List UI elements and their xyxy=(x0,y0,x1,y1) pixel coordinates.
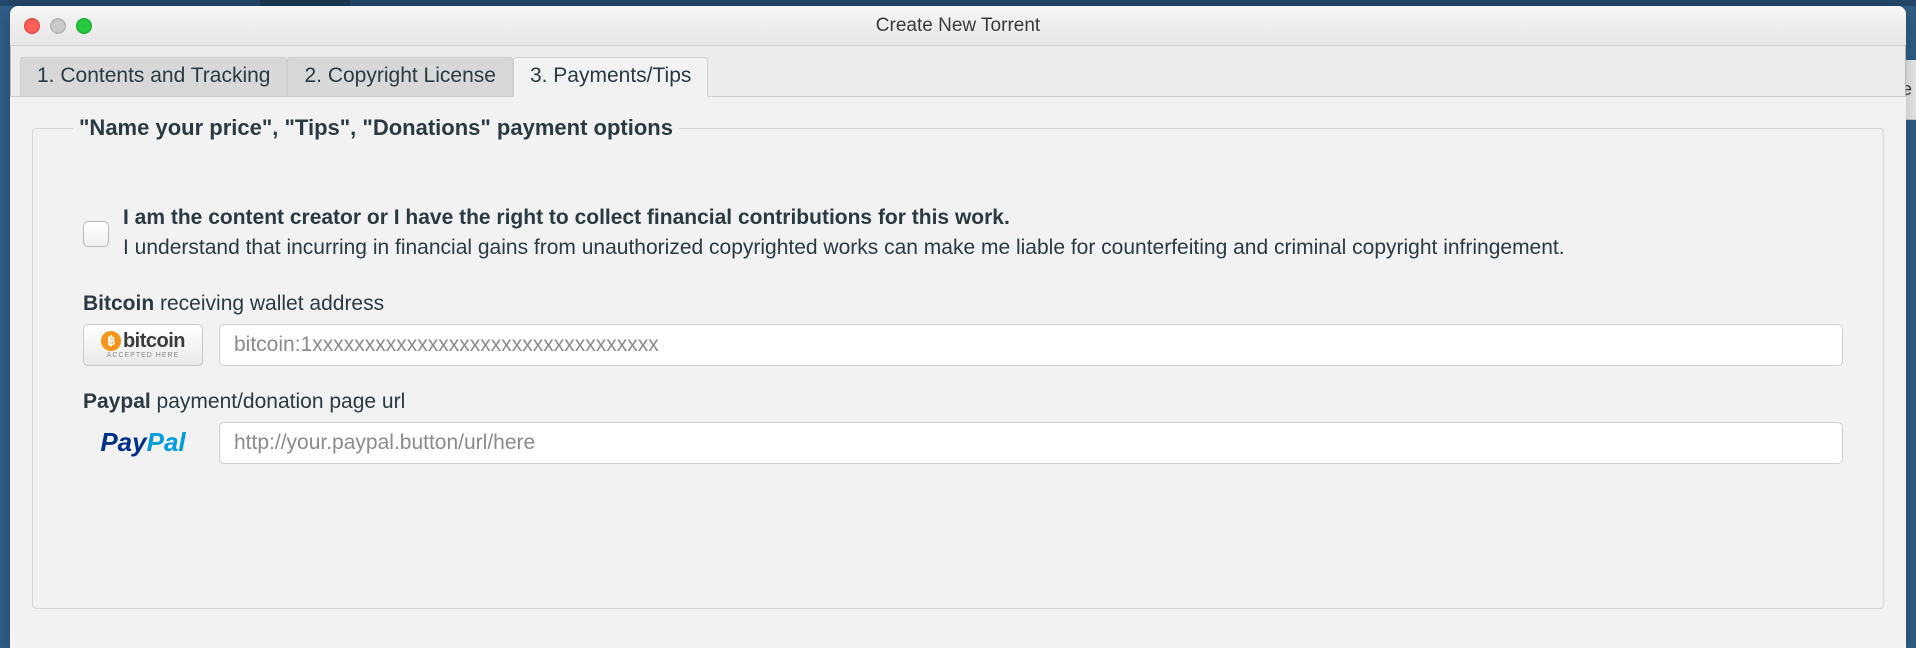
consent-text: I am the content creator or I have the r… xyxy=(123,203,1565,264)
tab-contents-and-tracking[interactable]: 1. Contents and Tracking xyxy=(20,57,287,97)
minimize-icon[interactable] xyxy=(50,18,66,34)
consent-checkbox[interactable] xyxy=(83,221,109,247)
bitcoin-label: Bitcoin receiving wallet address xyxy=(83,292,1843,316)
paypal-badge-icon: PayPal xyxy=(83,422,203,464)
paypal-block: Paypal payment/donation page url PayPal xyxy=(83,390,1843,464)
paypal-url-input[interactable] xyxy=(219,422,1843,464)
consent-row: I am the content creator or I have the r… xyxy=(83,203,1843,264)
window-title: Create New Torrent xyxy=(10,15,1906,37)
tab-payments-tips[interactable]: 3. Payments/Tips xyxy=(513,57,708,97)
tab-panel-payments: "Name your price", "Tips", "Donations" p… xyxy=(10,96,1906,648)
zoom-icon[interactable] xyxy=(76,18,92,34)
bitcoin-coin-icon: ฿ xyxy=(101,331,121,351)
consent-bold-line: I am the content creator or I have the r… xyxy=(123,203,1565,233)
close-icon[interactable] xyxy=(24,18,40,34)
bitcoin-badge-icon: ฿bitcoin ACCEPTED HERE xyxy=(83,324,203,366)
payments-group: "Name your price", "Tips", "Donations" p… xyxy=(32,115,1884,609)
window-titlebar: Create New Torrent xyxy=(10,6,1906,46)
bitcoin-block: Bitcoin receiving wallet address ฿bitcoi… xyxy=(83,292,1843,366)
payments-group-title: "Name your price", "Tips", "Donations" p… xyxy=(73,115,679,141)
consent-normal-line: I understand that incurring in financial… xyxy=(123,236,1565,259)
traffic-lights xyxy=(10,18,92,34)
bitcoin-address-input[interactable] xyxy=(219,324,1843,366)
tab-copyright-license[interactable]: 2. Copyright License xyxy=(287,57,512,97)
paypal-label: Paypal payment/donation page url xyxy=(83,390,1843,414)
create-torrent-window: Create New Torrent 1. Contents and Track… xyxy=(10,6,1906,648)
tab-bar: 1. Contents and Tracking 2. Copyright Li… xyxy=(10,46,1906,96)
